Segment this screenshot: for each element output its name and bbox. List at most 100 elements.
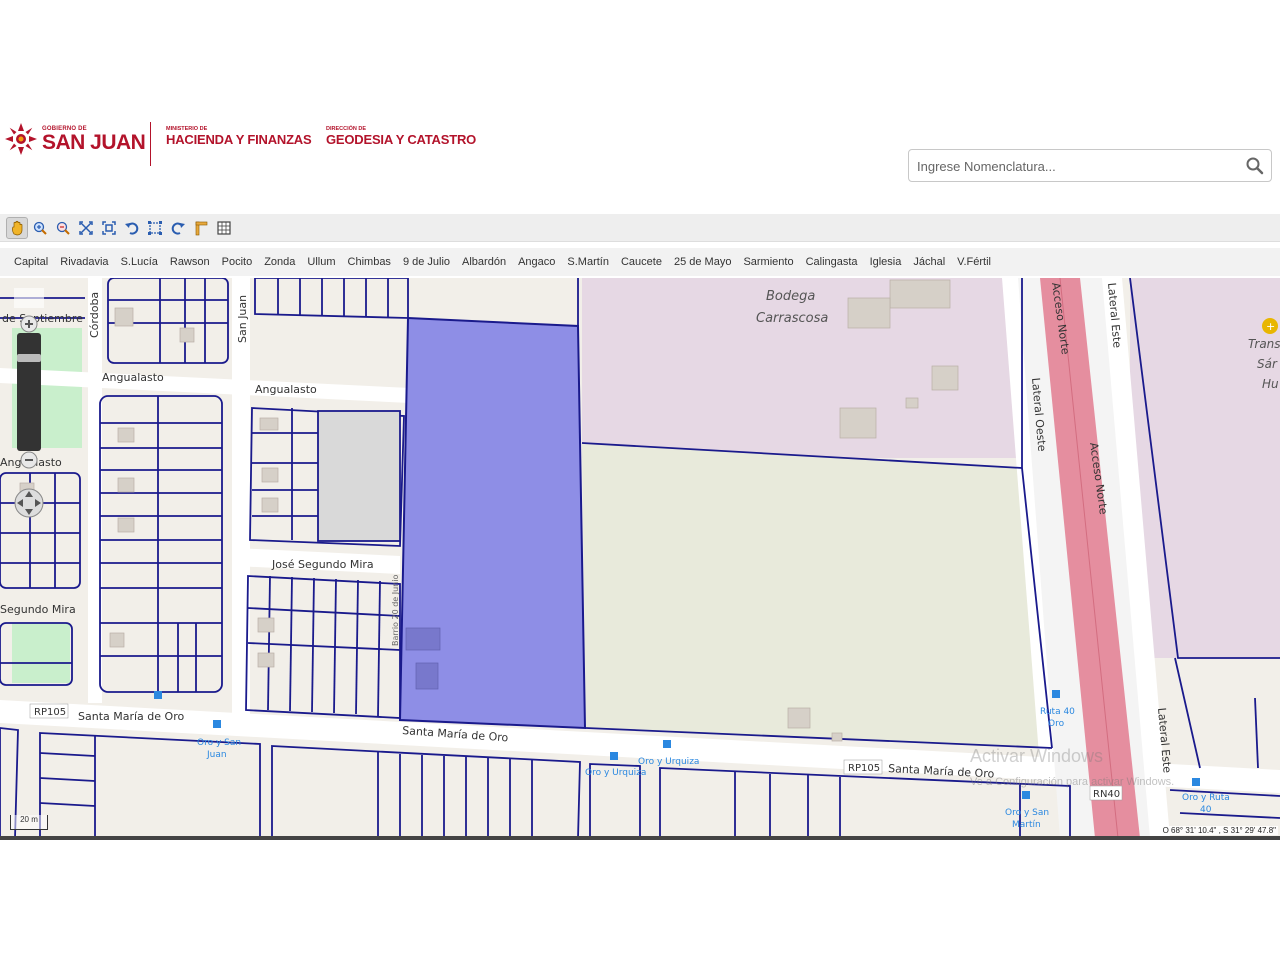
site-header: GOBIERNO DE SAN JUAN MINISTERIO DE HACIE… — [0, 110, 1280, 210]
scale-bar: 20 m — [10, 815, 48, 830]
zoom-in-button[interactable] — [29, 217, 51, 239]
label-bodega: Bodega — [766, 289, 815, 304]
department-links: Capital Rivadavia S.Lucía Rawson Pocito Zonda… — [0, 248, 1280, 276]
zoom-in-icon — [33, 221, 47, 235]
department-link[interactable]: Ullum — [307, 256, 335, 268]
department-link[interactable]: 25 de Mayo — [674, 256, 731, 268]
label-sar: Sár — [1257, 357, 1278, 371]
department-link[interactable]: Iglesia — [870, 256, 902, 268]
ministry-big-label: HACIENDA Y FINANZAS — [166, 131, 312, 147]
header-divider — [150, 122, 151, 166]
label-bus-5b: Martín — [1012, 820, 1041, 830]
direccion-title: DIRECCIÓN DE GEODESIA Y CATASTRO — [326, 126, 477, 147]
department-link[interactable]: S.Martín — [567, 256, 609, 268]
label-rp105-2: RP105 — [848, 763, 880, 774]
zoom-control — [14, 288, 44, 518]
department-link[interactable]: Rivadavia — [60, 256, 108, 268]
label-bus-4a: Ruta 40 — [1040, 707, 1075, 717]
department-link[interactable]: Sarmiento — [743, 256, 793, 268]
department-link[interactable]: Caucete — [621, 256, 662, 268]
department-link[interactable]: Angaco — [518, 256, 555, 268]
map-bottom-bar — [0, 836, 1280, 840]
bus-stop-icon[interactable] — [1052, 690, 1060, 698]
label-bus-1b: Juan — [206, 750, 227, 760]
zoom-slider-track[interactable] — [17, 333, 41, 451]
zoom-full-icon — [102, 220, 116, 235]
department-link[interactable]: Calingasta — [806, 256, 858, 268]
label-segundo-mira: Segundo Mira — [0, 603, 76, 616]
zoom-out-button[interactable] — [52, 217, 74, 239]
undo-icon — [125, 222, 139, 235]
select-box-icon — [148, 220, 162, 235]
label-san-juan: San Juan — [236, 295, 249, 343]
label-bus-4b: Oro — [1048, 719, 1065, 729]
department-link[interactable]: Jáchal — [913, 256, 945, 268]
grid-button[interactable] — [213, 217, 235, 239]
label-trans: Trans — [1248, 337, 1280, 351]
ruler-button[interactable] — [190, 217, 212, 239]
label-bus-6b: 40 — [1200, 805, 1212, 815]
grid-icon — [217, 220, 231, 235]
bus-stop-icon[interactable] — [1192, 778, 1200, 786]
nomenclatura-search — [908, 149, 1272, 182]
redo-icon — [171, 222, 185, 235]
nomenclatura-search-input[interactable] — [915, 154, 1239, 179]
search-icon[interactable] — [1245, 156, 1265, 176]
direccion-big-label: GEODESIA Y CATASTRO — [326, 131, 477, 147]
zoom-out-icon — [56, 221, 70, 235]
bus-stop-icon[interactable] — [610, 752, 618, 760]
map-toolbar — [0, 214, 1280, 242]
select-box-button[interactable] — [144, 217, 166, 239]
redo-button[interactable] — [167, 217, 189, 239]
green-area-2 — [12, 623, 70, 683]
sun-logo-icon — [5, 123, 37, 155]
ministry-title: MINISTERIO DE HACIENDA Y FINANZAS — [166, 126, 312, 147]
label-bus-1a: Oro y San — [197, 738, 241, 748]
label-angualasto-2: Angualasto — [255, 383, 317, 396]
label-bus-3: Oro y Urquiza — [638, 757, 699, 767]
department-link[interactable]: S.Lucía — [121, 256, 158, 268]
department-link[interactable]: 9 de Julio — [403, 256, 450, 268]
ruler-icon — [195, 221, 208, 235]
label-bus-6a: Oro y Ruta — [1182, 793, 1230, 803]
zoom-slider-handle[interactable] — [17, 354, 41, 362]
gobierno-san-juan-logo: GOBIERNO DE SAN JUAN — [4, 122, 146, 156]
gov-big-label: SAN JUAN — [42, 130, 146, 154]
department-link[interactable]: Chimbas — [348, 256, 391, 268]
map-viewport[interactable]: + Bodega Carrascosa Angualasto Angualast… — [0, 278, 1280, 838]
zoom-full-button[interactable] — [98, 217, 120, 239]
zoom-top-cap — [14, 288, 44, 308]
zoom-extent-button[interactable] — [75, 217, 97, 239]
label-barrio: Barrio 20 de Junio — [391, 575, 400, 646]
coordinates-readout: O 68° 31' 10.4" , S 31° 29' 47.8" — [1160, 826, 1278, 835]
poi-plus-glyph: + — [1266, 320, 1275, 333]
bus-stop-icon[interactable] — [1022, 791, 1030, 799]
label-cordoba: Córdoba — [88, 292, 101, 338]
zoom-extent-icon — [79, 220, 93, 235]
label-angualasto-1: Angualasto — [102, 371, 164, 384]
east-land — [1130, 278, 1280, 658]
department-link[interactable]: V.Fértil — [957, 256, 991, 268]
label-rn40: RN40 — [1093, 789, 1120, 800]
bus-stop-icon[interactable] — [213, 720, 221, 728]
bus-stop-icon[interactable] — [154, 691, 162, 699]
label-bus-2: Oro y Urquiza — [585, 768, 646, 778]
windows-watermark-text: Ve a Configuración para activar Windows. — [970, 776, 1175, 788]
department-link[interactable]: Pocito — [222, 256, 253, 268]
label-bus-5a: Oro y San — [1005, 808, 1049, 818]
open-field — [582, 443, 1052, 748]
label-carrascosa: Carrascosa — [756, 311, 828, 326]
pan-hand-icon — [11, 220, 23, 235]
department-link[interactable]: Capital — [14, 256, 48, 268]
bus-stop-icon[interactable] — [663, 740, 671, 748]
undo-button[interactable] — [121, 217, 143, 239]
label-jose-segundo-mira: José Segundo Mira — [271, 558, 374, 571]
department-link[interactable]: Rawson — [170, 256, 210, 268]
label-hu: Hu — [1262, 377, 1279, 391]
label-rp105-1: RP105 — [34, 707, 66, 718]
brand-text: GOBIERNO DE SAN JUAN — [42, 126, 146, 154]
department-link[interactable]: Albardón — [462, 256, 506, 268]
department-link[interactable]: Zonda — [264, 256, 295, 268]
pan-hand-button[interactable] — [6, 216, 28, 239]
label-santa-maria-1: Santa María de Oro — [78, 710, 184, 723]
